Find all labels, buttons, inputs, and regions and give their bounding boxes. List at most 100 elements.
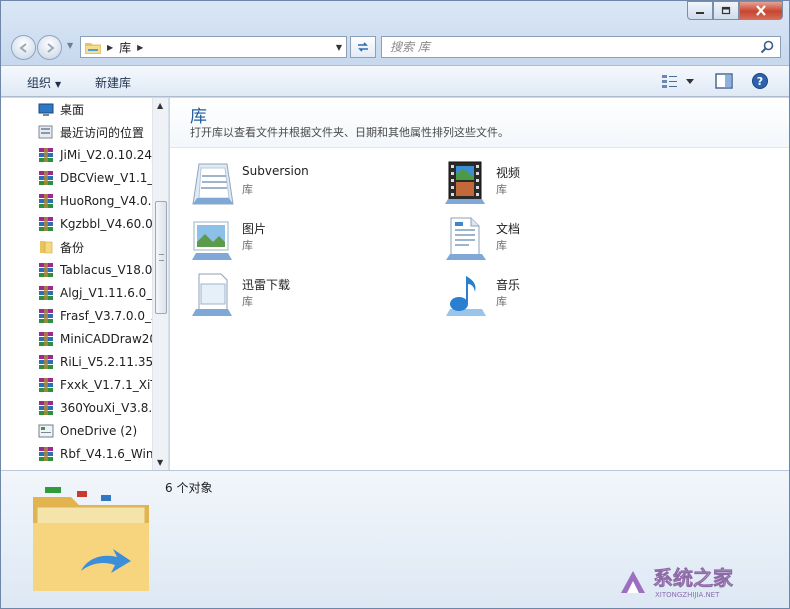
nav-item-label: Algj_V1.11.6.0_X bbox=[60, 286, 158, 300]
nav-pane-scrollbar[interactable]: ▲ ▼ bbox=[152, 98, 168, 470]
minimize-button[interactable] bbox=[687, 1, 713, 20]
nav-item-archive[interactable]: Rbf_V4.1.6_Win8 bbox=[38, 444, 158, 464]
watermark-logo: 系统之家 XITONGZHIJIA.NET bbox=[621, 566, 734, 599]
watermark-text: 系统之家 bbox=[653, 566, 734, 590]
chevron-down-icon: ▼ bbox=[55, 80, 62, 89]
nav-item-archive[interactable]: Tablacus_V18.05 bbox=[38, 260, 158, 280]
nav-item-archive[interactable]: Kgzbbl_V4.60.0. bbox=[38, 214, 158, 234]
search-icon[interactable] bbox=[760, 40, 774, 54]
rar-archive-icon bbox=[39, 378, 53, 392]
library-name: 视频 bbox=[496, 166, 521, 180]
scroll-down-icon[interactable]: ▼ bbox=[157, 458, 163, 467]
change-view-icon[interactable] bbox=[661, 73, 679, 89]
page-description: 打开库以查看文件并根据文件夹、日期和其他属性排列这些文件。 bbox=[190, 126, 509, 139]
nav-item-archive[interactable]: Algj_V1.11.6.0_X bbox=[38, 283, 158, 303]
library-name: 文档 bbox=[496, 222, 521, 236]
libraries-folder-icon bbox=[85, 42, 101, 54]
nav-item-onedrive[interactable]: OneDrive (2) bbox=[38, 421, 158, 441]
nav-item-label: JiMi_V2.0.10.24_ bbox=[60, 148, 158, 162]
libraries-folder-icon bbox=[33, 487, 149, 591]
library-type: 库 bbox=[496, 183, 507, 196]
documents-library-icon bbox=[446, 217, 486, 260]
nav-item-label: DBCView_V1.1_X bbox=[60, 171, 158, 185]
scroll-up-icon[interactable]: ▲ bbox=[157, 101, 163, 110]
back-button[interactable] bbox=[11, 35, 36, 60]
library-item-videos[interactable]: 视频 库 bbox=[443, 160, 663, 210]
caption-buttons bbox=[687, 1, 783, 21]
library-header: 库 打开库以查看文件并根据文件夹、日期和其他属性排列这些文件。 bbox=[170, 98, 789, 148]
nav-item-label: 最近访问的位置 bbox=[60, 125, 145, 140]
nav-item-label: OneDrive (2) bbox=[60, 424, 138, 438]
nav-item-archive[interactable]: RiLi_V5.2.11.354 bbox=[38, 352, 158, 372]
rar-archive-icon bbox=[39, 194, 53, 208]
nav-item-label: HuoRong_V4.0.5 bbox=[60, 194, 158, 208]
desktop-icon bbox=[38, 103, 54, 116]
nav-item-archive[interactable]: Frasf_V3.7.0.0_X bbox=[38, 306, 158, 326]
maximize-button[interactable] bbox=[713, 1, 739, 20]
nav-item-desktop[interactable]: 桌面 bbox=[38, 99, 158, 119]
nav-item-label: Fxxk_V1.7.1_XiTo bbox=[60, 378, 158, 392]
nav-item-backup-folder[interactable]: 备份 bbox=[38, 237, 158, 257]
nav-item-archive[interactable]: MiniCADDraw20 bbox=[38, 329, 158, 349]
svg-text:?: ? bbox=[757, 75, 763, 88]
library-item-music[interactable]: 音乐 库 bbox=[443, 272, 663, 322]
navigation-pane: 桌面 最近访问的位置 JiMi_V2.0.10.24_ DBCView_V1.1… bbox=[1, 98, 169, 470]
forward-arrow-icon bbox=[46, 42, 55, 53]
view-options-dropdown-icon[interactable] bbox=[685, 73, 695, 89]
close-button[interactable] bbox=[739, 1, 783, 20]
nav-item-archive[interactable]: Fxxk_V1.7.1_XiTo bbox=[38, 375, 158, 395]
rar-archive-icon bbox=[39, 286, 53, 300]
music-library-icon bbox=[446, 276, 486, 316]
address-bar[interactable]: ▶ 库 ▶ ▼ bbox=[80, 36, 347, 58]
nav-item-archive[interactable]: JiMi_V2.0.10.24_ bbox=[38, 145, 158, 165]
library-item-documents[interactable]: 文档 库 bbox=[443, 216, 663, 266]
nav-item-label: Rbf_V4.1.6_Win8 bbox=[60, 447, 158, 461]
forward-button[interactable] bbox=[37, 35, 62, 60]
search-input[interactable] bbox=[390, 40, 750, 54]
organize-label: 组织 bbox=[27, 76, 52, 90]
library-type: 库 bbox=[496, 295, 507, 308]
search-box[interactable] bbox=[381, 36, 781, 58]
preview-pane-icon[interactable] bbox=[715, 73, 733, 89]
library-type: 库 bbox=[496, 239, 507, 252]
scroll-thumb[interactable] bbox=[155, 201, 167, 314]
subversion-library-icon bbox=[192, 163, 234, 205]
breadcrumb-chevron-icon[interactable]: ▶ bbox=[137, 43, 143, 52]
help-icon[interactable]: ? bbox=[751, 73, 769, 89]
rar-archive-icon bbox=[39, 332, 53, 346]
nav-item-label: Frasf_V3.7.0.0_X bbox=[60, 309, 158, 323]
nav-item-label: 备份 bbox=[60, 240, 85, 255]
recent-places-icon bbox=[38, 125, 53, 139]
watermark-url: XITONGZHIJIA.NET bbox=[655, 591, 720, 599]
library-name: 音乐 bbox=[496, 278, 521, 292]
rar-archive-icon bbox=[39, 401, 53, 415]
close-icon bbox=[756, 5, 766, 16]
nav-item-recent-places[interactable]: 最近访问的位置 bbox=[38, 122, 158, 142]
rar-archive-icon bbox=[39, 263, 53, 277]
rar-archive-icon bbox=[39, 355, 53, 369]
nav-item-label: 360YouXi_V3.8.7 bbox=[60, 401, 158, 415]
library-type: 库 bbox=[242, 239, 253, 252]
library-item-pictures[interactable]: 图片 库 bbox=[189, 216, 409, 266]
nav-item-archive[interactable]: HuoRong_V4.0.5 bbox=[38, 191, 158, 211]
library-type: 库 bbox=[242, 295, 253, 308]
nav-item-archive[interactable]: DBCView_V1.1_X bbox=[38, 168, 158, 188]
rar-archive-icon bbox=[39, 148, 53, 162]
organize-button[interactable]: 组织 ▼ bbox=[27, 74, 61, 91]
onedrive-icon bbox=[38, 424, 54, 438]
item-count: 6 个对象 bbox=[165, 481, 213, 495]
library-content-area: 库 打开库以查看文件并根据文件夹、日期和其他属性排列这些文件。 Subversi… bbox=[170, 98, 789, 470]
breadcrumb-separator-icon: ▶ bbox=[107, 42, 114, 52]
library-item-subversion[interactable]: Subversion 库 bbox=[189, 160, 409, 210]
nav-item-archive[interactable]: 360YouXi_V3.8.7 bbox=[38, 398, 158, 418]
address-dropdown-icon[interactable]: ▼ bbox=[336, 43, 342, 52]
restore-icon bbox=[721, 6, 731, 14]
folder-icon bbox=[40, 241, 53, 254]
new-library-button[interactable]: 新建库 bbox=[95, 74, 131, 91]
thunder-download-library-icon bbox=[192, 273, 232, 316]
library-name: 迅雷下载 bbox=[242, 278, 291, 292]
recent-pages-dropdown[interactable]: ▼ bbox=[67, 41, 73, 50]
library-item-thunder-downloads[interactable]: 迅雷下载 库 bbox=[189, 272, 409, 322]
refresh-button[interactable] bbox=[350, 36, 376, 58]
breadcrumb-libraries[interactable]: 库 bbox=[119, 39, 131, 56]
